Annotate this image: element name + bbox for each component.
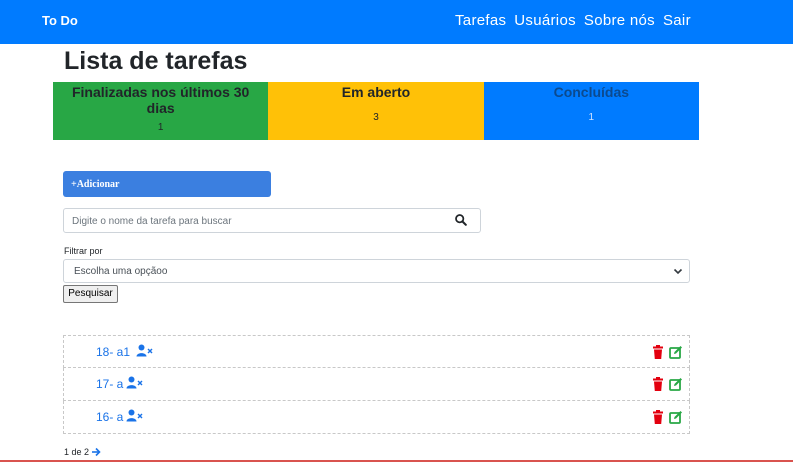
task-link[interactable]: 17- a [96,377,123,391]
task-row: 18- a1 [63,335,690,368]
task-link[interactable]: 18- a1 [96,345,130,359]
trash-icon[interactable] [652,345,664,359]
nav-link-sobre-nos[interactable]: Sobre nós [584,12,655,29]
edit-icon[interactable] [669,377,683,391]
chevron-down-icon [673,268,683,275]
pagination-text: 1 de 2 [64,447,90,457]
summary-cards: Finalizadas nos últimos 30 dias 1 Em abe… [53,82,699,140]
trash-icon[interactable] [652,377,664,391]
nav-link-usuarios[interactable]: Usuários [514,12,576,29]
filter-label: Filtrar por [64,246,103,256]
brand-logo[interactable]: To Do [42,13,78,28]
add-button-label: Adicionar [76,179,120,190]
user-remove-icon[interactable] [136,344,153,357]
add-task-button[interactable]: +Adicionar [63,171,271,197]
search-input[interactable]: Digite o nome da tarefa para buscar [63,208,481,233]
card-count: 1 [157,122,164,133]
card-title: Em aberto [341,84,411,100]
card-title: Concluídas [553,84,630,100]
task-list: 18- a1 17- a 16- a [63,335,690,434]
filter-select[interactable]: Escolha uma opçãoo [63,259,690,283]
pagination: 1 de 2 [64,447,101,457]
nav-link-tarefas[interactable]: Tarefas [455,12,506,29]
user-remove-icon[interactable] [126,409,143,422]
arrow-right-icon[interactable] [91,447,101,457]
nav-links: Tarefas Usuários Sobre nós Sair [455,12,691,29]
nav-link-sair[interactable]: Sair [663,12,691,29]
card-count: 1 [588,112,595,123]
card-em-aberto: Em aberto 3 [268,82,484,140]
filter-selected-value: Escolha uma opçãoo [74,266,168,277]
task-row: 17- a [63,368,690,401]
bottom-divider [0,460,793,462]
page-title: Lista de tarefas [64,47,248,75]
card-finalizadas: Finalizadas nos últimos 30 dias 1 [53,82,269,140]
edit-icon[interactable] [669,345,683,359]
search-placeholder: Digite o nome da tarefa para buscar [72,216,232,227]
card-concluidas: Concluídas 1 [483,82,699,140]
card-count: 3 [373,112,379,123]
task-row: 16- a [63,401,690,434]
search-button[interactable]: Pesquisar [63,285,118,303]
navbar: To Do Tarefas Usuários Sobre nós Sair [0,0,793,44]
user-remove-icon[interactable] [126,376,143,389]
trash-icon[interactable] [652,410,664,424]
task-link[interactable]: 16- a [96,410,123,424]
edit-icon[interactable] [669,410,683,424]
search-icon[interactable] [454,213,468,227]
card-title: Finalizadas nos últimos 30 dias [71,84,250,116]
